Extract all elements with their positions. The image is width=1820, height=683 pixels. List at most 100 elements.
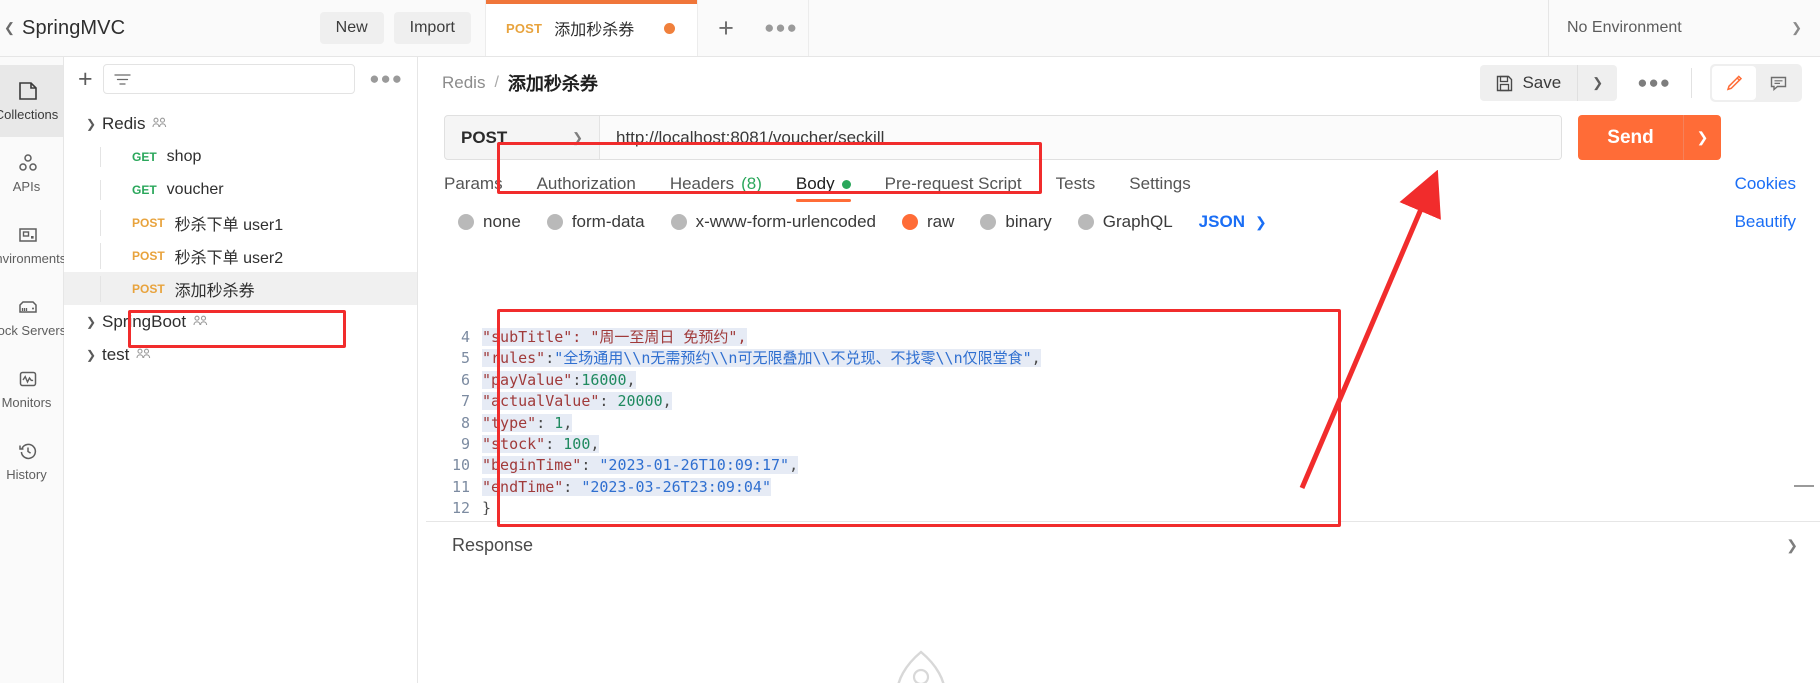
tab-headers-label: Headers <box>669 174 735 193</box>
radio-icon <box>458 214 474 230</box>
http-method-select[interactable]: POST ❯ <box>445 116 600 159</box>
edit-view-button[interactable] <box>1712 66 1756 100</box>
json-number-value: 20000 <box>617 392 663 411</box>
headers-count: (8) <box>741 174 762 193</box>
collection-row-redis[interactable]: ❯ Redis <box>64 107 417 140</box>
chevron-down-icon: ❯ <box>572 129 583 145</box>
json-string-value: "2023-01-26T10:09:17" <box>599 456 790 475</box>
radio-icon <box>546 214 563 230</box>
json-key: "beginTime" <box>482 456 582 475</box>
filter-icon <box>113 73 131 85</box>
request-row-seckill-user1[interactable]: POST 秒杀下单 user1 <box>64 206 417 239</box>
filter-input[interactable] <box>102 64 356 94</box>
ellipsis-icon[interactable]: ●●● <box>365 69 407 89</box>
body-type-none[interactable]: none <box>458 212 521 232</box>
save-label: Save <box>1522 73 1562 92</box>
chevron-down-icon[interactable]: ❯ <box>80 117 102 131</box>
body-type-label: binary <box>1005 212 1052 231</box>
body-type-form-data[interactable]: form-data <box>546 212 645 232</box>
body-type-label: GraphQL <box>1102 212 1173 231</box>
json-key: "actualValue" <box>482 392 600 411</box>
tab-body[interactable]: Body <box>795 174 851 202</box>
comment-view-button[interactable] <box>1756 66 1800 100</box>
list-item: GET voucher <box>64 179 224 200</box>
radio-icon <box>1077 214 1094 230</box>
body-type-graphql[interactable]: GraphQL <box>1077 212 1173 232</box>
chevron-down-icon[interactable]: ❯ <box>1786 537 1798 554</box>
tab-authorization[interactable]: Authorization <box>537 174 636 202</box>
line-number: 6 <box>460 370 470 389</box>
body-type-label: form-data <box>571 212 645 231</box>
code-content[interactable]: "subTitle": "周一至周日 免预约", "rules":"全场通用\\… <box>482 323 1820 515</box>
body-type-raw[interactable]: raw <box>902 212 954 232</box>
request-row-add-seckill-voucher[interactable]: POST 添加秒杀券 <box>64 272 417 305</box>
cookies-link[interactable]: Cookies <box>1735 174 1796 202</box>
plus-icon[interactable]: + <box>698 0 754 56</box>
body-type-urlencoded[interactable]: x-www-form-urlencoded <box>670 212 876 232</box>
save-button[interactable]: Save <box>1480 65 1578 101</box>
save-disk-icon <box>1497 75 1513 91</box>
list-item: POST 秒杀下单 user2 <box>64 242 284 269</box>
plus-icon[interactable]: + <box>78 66 93 92</box>
editor-scrollbar[interactable] <box>1794 485 1814 487</box>
breadcrumb-parent[interactable]: Redis <box>442 73 485 93</box>
tab-settings[interactable]: Settings <box>1129 174 1190 202</box>
top-bar: ❮ SpringMVC New Import POST 添加秒杀券 + ●●● … <box>0 0 1820 57</box>
tab-params[interactable]: Params <box>444 174 503 202</box>
tab-headers[interactable]: Headers (8) <box>670 174 762 202</box>
json-comma: , <box>626 370 636 389</box>
chevron-down-icon[interactable]: ❯ <box>1683 115 1721 160</box>
code-line: "payValue":16000, <box>482 370 1820 391</box>
json-colon: : <box>545 434 564 453</box>
sidebar-item-collections[interactable]: Collections <box>0 65 63 137</box>
tab-tests[interactable]: Tests <box>1056 174 1096 202</box>
request-name: 秒杀下单 user2 <box>174 249 284 267</box>
sidebar-item-apis[interactable]: APIs <box>0 137 63 209</box>
request-method: GET <box>132 149 157 164</box>
url-input[interactable]: http://localhost:8081/voucher/seckill <box>600 116 1561 159</box>
request-method: POST <box>132 248 165 263</box>
body-format-select[interactable]: JSON <box>1199 212 1245 232</box>
request-body-editor[interactable]: 4 5 6 7 8 9 10 11 12 "subTitle": "周一至周日 … <box>426 323 1820 515</box>
ellipsis-icon[interactable]: ●●● <box>1617 73 1691 93</box>
code-line: "actualValue": 20000, <box>482 391 1820 412</box>
json-key: "type" <box>482 413 537 432</box>
body-type-binary[interactable]: binary <box>980 212 1052 232</box>
chevron-down-icon[interactable]: ❯ <box>1255 214 1267 231</box>
sidebar-item-environments[interactable]: Environments <box>0 209 66 281</box>
ellipsis-icon[interactable]: ●●● <box>754 0 808 56</box>
line-number: 12 <box>451 499 470 515</box>
line-number: 10 <box>451 456 470 475</box>
new-button[interactable]: New <box>319 12 384 44</box>
beautify-link[interactable]: Beautify <box>1735 212 1796 232</box>
json-key: "rules" <box>482 349 546 368</box>
workspace-title: SpringMVC <box>22 16 126 39</box>
request-row-shop[interactable]: GET shop <box>64 140 417 173</box>
request-name: shop <box>166 147 202 165</box>
line-number: 11 <box>451 477 470 496</box>
json-comma: , <box>1031 349 1041 368</box>
shared-users-icon <box>152 117 167 128</box>
radio-icon-selected <box>902 214 919 230</box>
chevron-left-icon[interactable]: ❮ <box>4 20 20 36</box>
pencil-icon <box>1726 74 1742 91</box>
chevron-down-icon[interactable]: ❯ <box>1577 65 1618 101</box>
page-title[interactable]: 添加秒杀券 <box>508 70 598 96</box>
json-number-value: 16000 <box>581 370 627 389</box>
code-line: "subTitle": "周一至周日 免预约", <box>482 327 1820 348</box>
rail-label-collections: Collections <box>0 107 59 122</box>
send-button[interactable]: Send <box>1578 115 1683 160</box>
json-partial-line: "subTitle": "周一至周日 免预约", <box>482 328 747 346</box>
url-bar-row: POST ❯ http://localhost:8081/voucher/sec… <box>418 109 1820 160</box>
request-row-voucher[interactable]: GET voucher <box>64 173 417 206</box>
tab-pre-request-script[interactable]: Pre-request Script <box>885 174 1022 202</box>
request-row-seckill-user2[interactable]: POST 秒杀下单 user2 <box>64 239 417 272</box>
request-tab[interactable]: POST 添加秒杀券 <box>486 0 698 56</box>
line-number: 5 <box>460 349 470 368</box>
json-colon: : <box>599 392 618 411</box>
editor-zone: 4 5 6 7 8 9 10 11 12 "subTitle": "周一至周日 … <box>0 323 1820 683</box>
import-button[interactable]: Import <box>393 12 471 44</box>
comment-icon <box>1770 76 1786 91</box>
environment-selector[interactable]: No Environment ❯ <box>1548 0 1820 56</box>
request-method: POST <box>132 281 165 296</box>
